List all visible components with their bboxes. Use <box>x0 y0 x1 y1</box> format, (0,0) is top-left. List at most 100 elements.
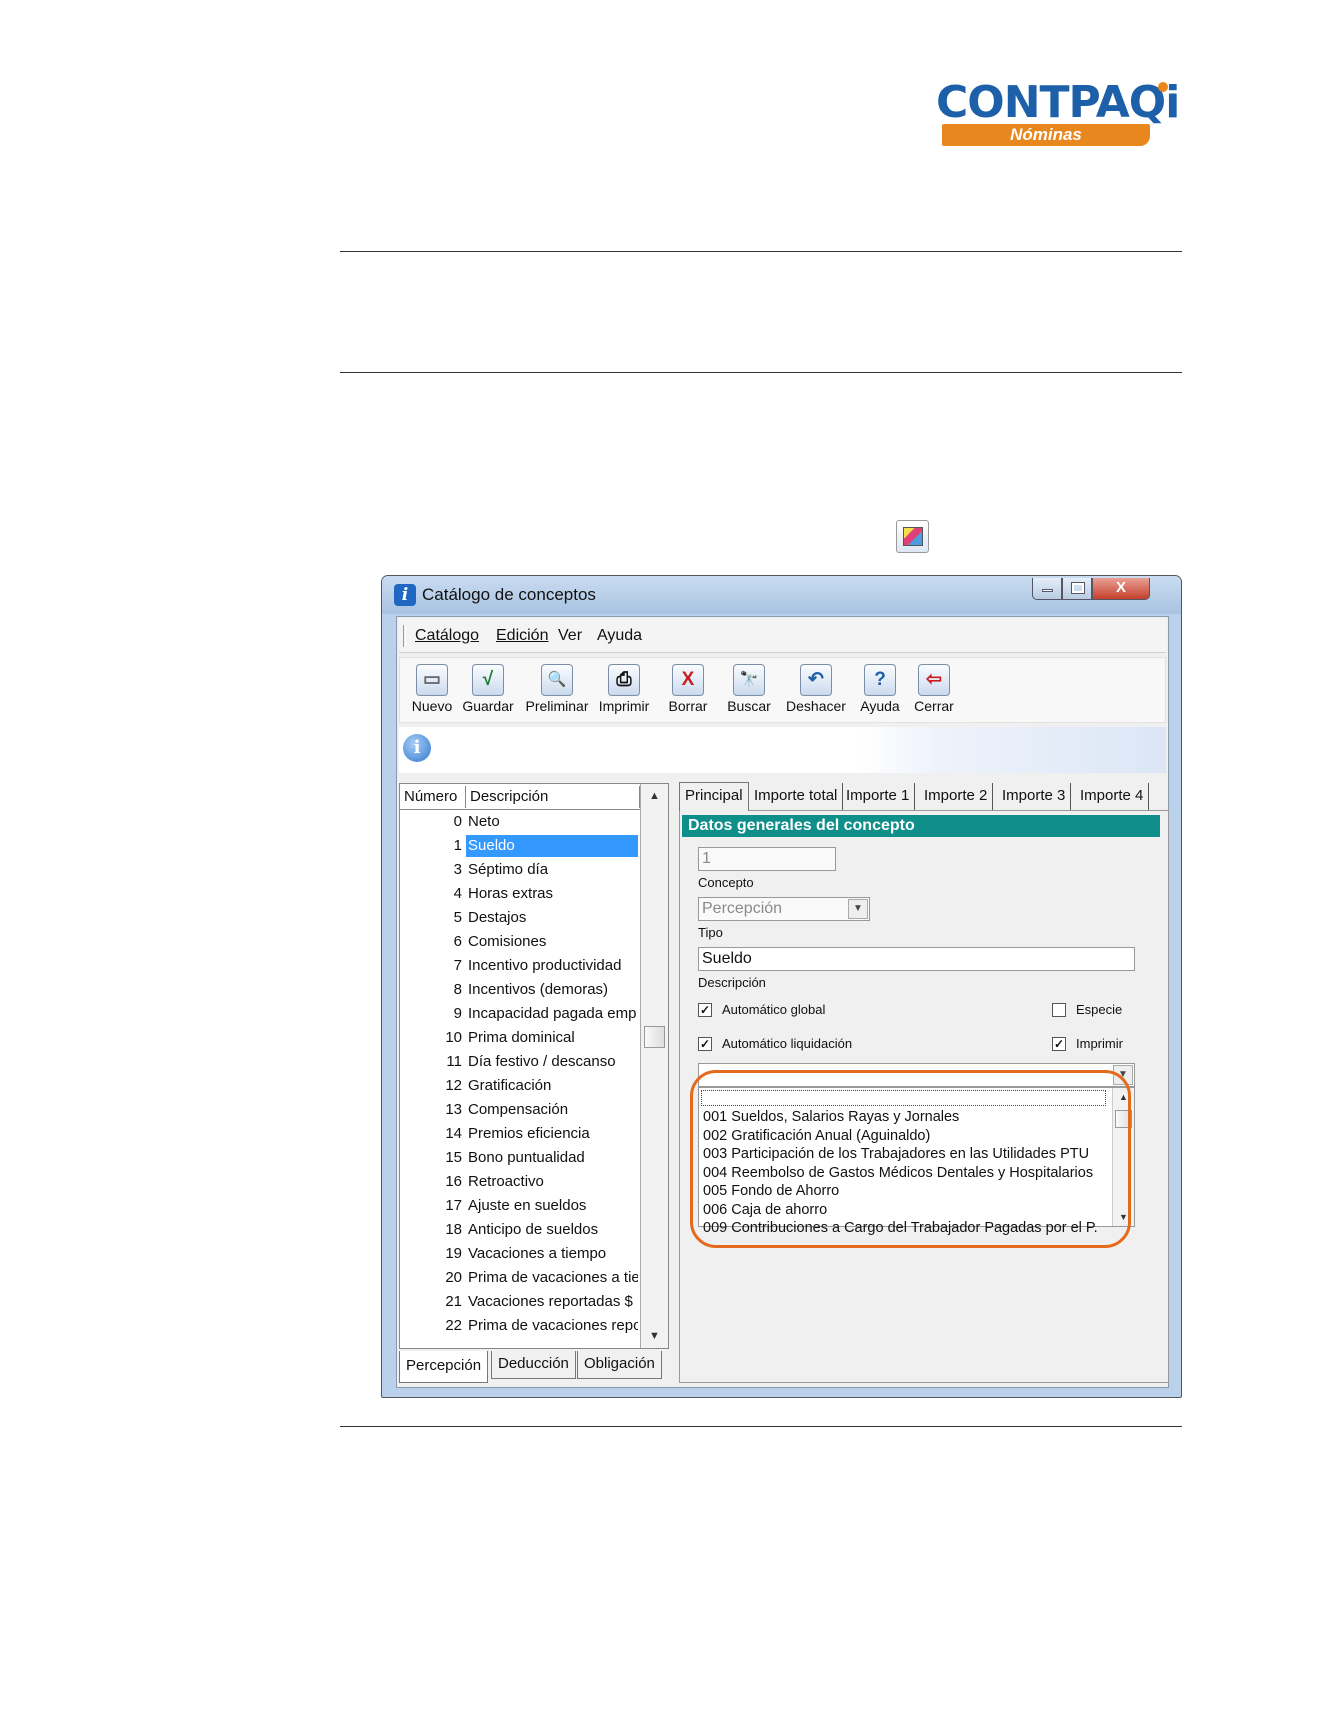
table-row[interactable]: 4 Horas extras <box>400 883 640 906</box>
tab-deduccion[interactable]: Deducción <box>491 1351 576 1379</box>
tipo-dropdown: Percepción ▼ <box>698 897 870 921</box>
menu-ver[interactable]: Ver <box>558 627 582 645</box>
menu-catalogo[interactable]: Catálogo <box>415 627 479 645</box>
ayuda-button[interactable]: ? Ayuda <box>855 664 905 714</box>
guardar-button[interactable]: √ Guardar <box>458 664 518 714</box>
table-row[interactable]: 13 Compensación <box>400 1099 640 1122</box>
list-scrollbar[interactable]: ▲ ▼ <box>640 784 668 1348</box>
tab-importe-4[interactable]: Importe 4 <box>1075 783 1150 810</box>
row-number: 14 <box>445 1125 462 1142</box>
table-row[interactable]: 16 Retroactivo <box>400 1171 640 1194</box>
tab-importe-1[interactable]: Importe 1 <box>841 783 916 810</box>
table-row[interactable]: 12 Gratificación <box>400 1075 640 1098</box>
automatico-global-label: Automático global <box>722 1002 826 1017</box>
borrar-button[interactable]: X Borrar <box>664 664 712 714</box>
table-row[interactable]: 5 Destajos <box>400 907 640 930</box>
tab-importe-3[interactable]: Importe 3 <box>997 783 1072 810</box>
table-row[interactable]: 22 Prima de vacaciones repo <box>400 1315 640 1338</box>
logo-product-band: Nóminas <box>942 124 1150 146</box>
table-row[interactable]: 9 Incapacidad pagada emp <box>400 1003 640 1026</box>
concepto-label: Concepto <box>698 875 754 890</box>
tab-importe-total[interactable]: Importe total <box>749 783 844 810</box>
tipo-value: Percepción <box>702 900 783 917</box>
row-description: Incentivos (demoras) <box>468 981 609 998</box>
table-row[interactable]: 0 Neto <box>400 811 640 834</box>
table-row[interactable]: 20 Prima de vacaciones a tie <box>400 1267 640 1290</box>
row-description: Incapacidad pagada emp <box>468 1005 637 1022</box>
minimize-button[interactable] <box>1032 578 1062 600</box>
nuevo-button[interactable]: ▭ Nuevo <box>408 664 456 714</box>
row-description: Comisiones <box>468 933 547 950</box>
table-row[interactable]: 7 Incentivo productividad <box>400 955 640 978</box>
table-row[interactable]: 10 Prima dominical <box>400 1027 640 1050</box>
table-row[interactable]: 3 Séptimo día <box>400 859 640 882</box>
title-bar[interactable]: i Catálogo de conceptos X <box>382 576 1181 614</box>
deshacer-button[interactable]: ↶ Deshacer <box>782 664 850 714</box>
imprimir-checkbox[interactable]: ✓ <box>1052 1037 1066 1051</box>
ayuda-label: Ayuda <box>860 698 900 714</box>
cerrar-button[interactable]: ⇦ Cerrar <box>910 664 958 714</box>
new-document-icon: ▭ <box>416 664 448 696</box>
row-description: Bono puntualidad <box>468 1149 585 1166</box>
row-description: Gratificación <box>468 1077 552 1094</box>
table-row[interactable]: 17 Ajuste en sueldos <box>400 1195 640 1218</box>
row-description: Vacaciones reportadas $ <box>468 1293 633 1310</box>
descripcion-input[interactable]: Sueldo <box>698 947 1135 971</box>
row-number: 4 <box>453 885 462 902</box>
chevron-down-icon: ▼ <box>848 899 868 919</box>
menu-edicion[interactable]: Edición <box>496 627 548 645</box>
table-row[interactable]: 14 Premios eficiencia <box>400 1123 640 1146</box>
row-description: Neto <box>468 813 500 830</box>
row-number: 7 <box>453 957 462 974</box>
automatico-liquidacion-label: Automático liquidación <box>722 1036 853 1051</box>
imprimir-button[interactable]: ⎙ Imprimir <box>596 664 652 714</box>
row-description: Prima dominical <box>468 1029 575 1046</box>
scroll-up-arrow-icon[interactable]: ▲ <box>641 784 668 808</box>
table-row[interactable]: 11 Día festivo / descanso <box>400 1051 640 1074</box>
print-preview-icon: 🔍 <box>541 664 573 696</box>
window-client: Catálogo Edición Ver Ayuda ▭ Nuevo √ Gua… <box>396 616 1169 1388</box>
descripcion-label: Descripción <box>698 975 766 990</box>
scroll-down-arrow-icon[interactable]: ▼ <box>641 1324 668 1348</box>
row-description: Destajos <box>468 909 527 926</box>
row-description: Día festivo / descanso <box>468 1053 616 1070</box>
help-icon: ? <box>864 664 896 696</box>
divider-bottom <box>340 1426 1182 1427</box>
table-row[interactable]: 6 Comisiones <box>400 931 640 954</box>
close-button[interactable]: X <box>1092 578 1150 600</box>
minimize-icon <box>1042 589 1053 592</box>
automatico-global-checkbox[interactable]: ✓ <box>698 1003 712 1017</box>
preliminar-label: Preliminar <box>525 698 589 714</box>
column-numero[interactable]: Número <box>400 786 466 808</box>
highlight-outline <box>690 1070 1131 1248</box>
divider-top <box>340 251 1182 252</box>
table-row[interactable]: 15 Bono puntualidad <box>400 1147 640 1170</box>
toolbar: ▭ Nuevo √ Guardar 🔍 Preliminar ⎙ Imprimi… <box>399 657 1166 723</box>
buscar-button[interactable]: 🔭 Buscar <box>722 664 776 714</box>
table-row[interactable]: 8 Incentivos (demoras) <box>400 979 640 1002</box>
row-description: Retroactivo <box>468 1173 544 1190</box>
maximize-button[interactable] <box>1062 578 1092 600</box>
row-number: 9 <box>453 1005 462 1022</box>
tab-principal[interactable]: Principal <box>679 782 749 811</box>
tab-percepcion[interactable]: Percepción <box>399 1351 489 1383</box>
table-row[interactable]: 21 Vacaciones reportadas $ <box>400 1291 640 1314</box>
row-number: 21 <box>445 1293 462 1310</box>
menu-ayuda[interactable]: Ayuda <box>597 627 642 645</box>
tab-importe-2[interactable]: Importe 2 <box>919 783 994 810</box>
buscar-label: Buscar <box>727 698 771 714</box>
especie-checkbox[interactable] <box>1052 1003 1066 1017</box>
tab-obligacion[interactable]: Obligación <box>577 1351 662 1379</box>
table-row[interactable]: 18 Anticipo de sueldos <box>400 1219 640 1242</box>
table-row[interactable]: 1 Sueldo <box>400 835 640 858</box>
row-number: 18 <box>445 1221 462 1238</box>
column-descripcion[interactable]: Descripción <box>466 786 640 808</box>
row-number: 5 <box>453 909 462 926</box>
preliminar-button[interactable]: 🔍 Preliminar <box>522 664 592 714</box>
row-description: Incentivo productividad <box>468 957 622 974</box>
scroll-thumb[interactable] <box>644 1026 665 1048</box>
row-description: Ajuste en sueldos <box>468 1197 587 1214</box>
automatico-liquidacion-checkbox[interactable]: ✓ <box>698 1037 712 1051</box>
table-row[interactable]: 19 Vacaciones a tiempo <box>400 1243 640 1266</box>
menu-grip[interactable] <box>403 625 406 647</box>
